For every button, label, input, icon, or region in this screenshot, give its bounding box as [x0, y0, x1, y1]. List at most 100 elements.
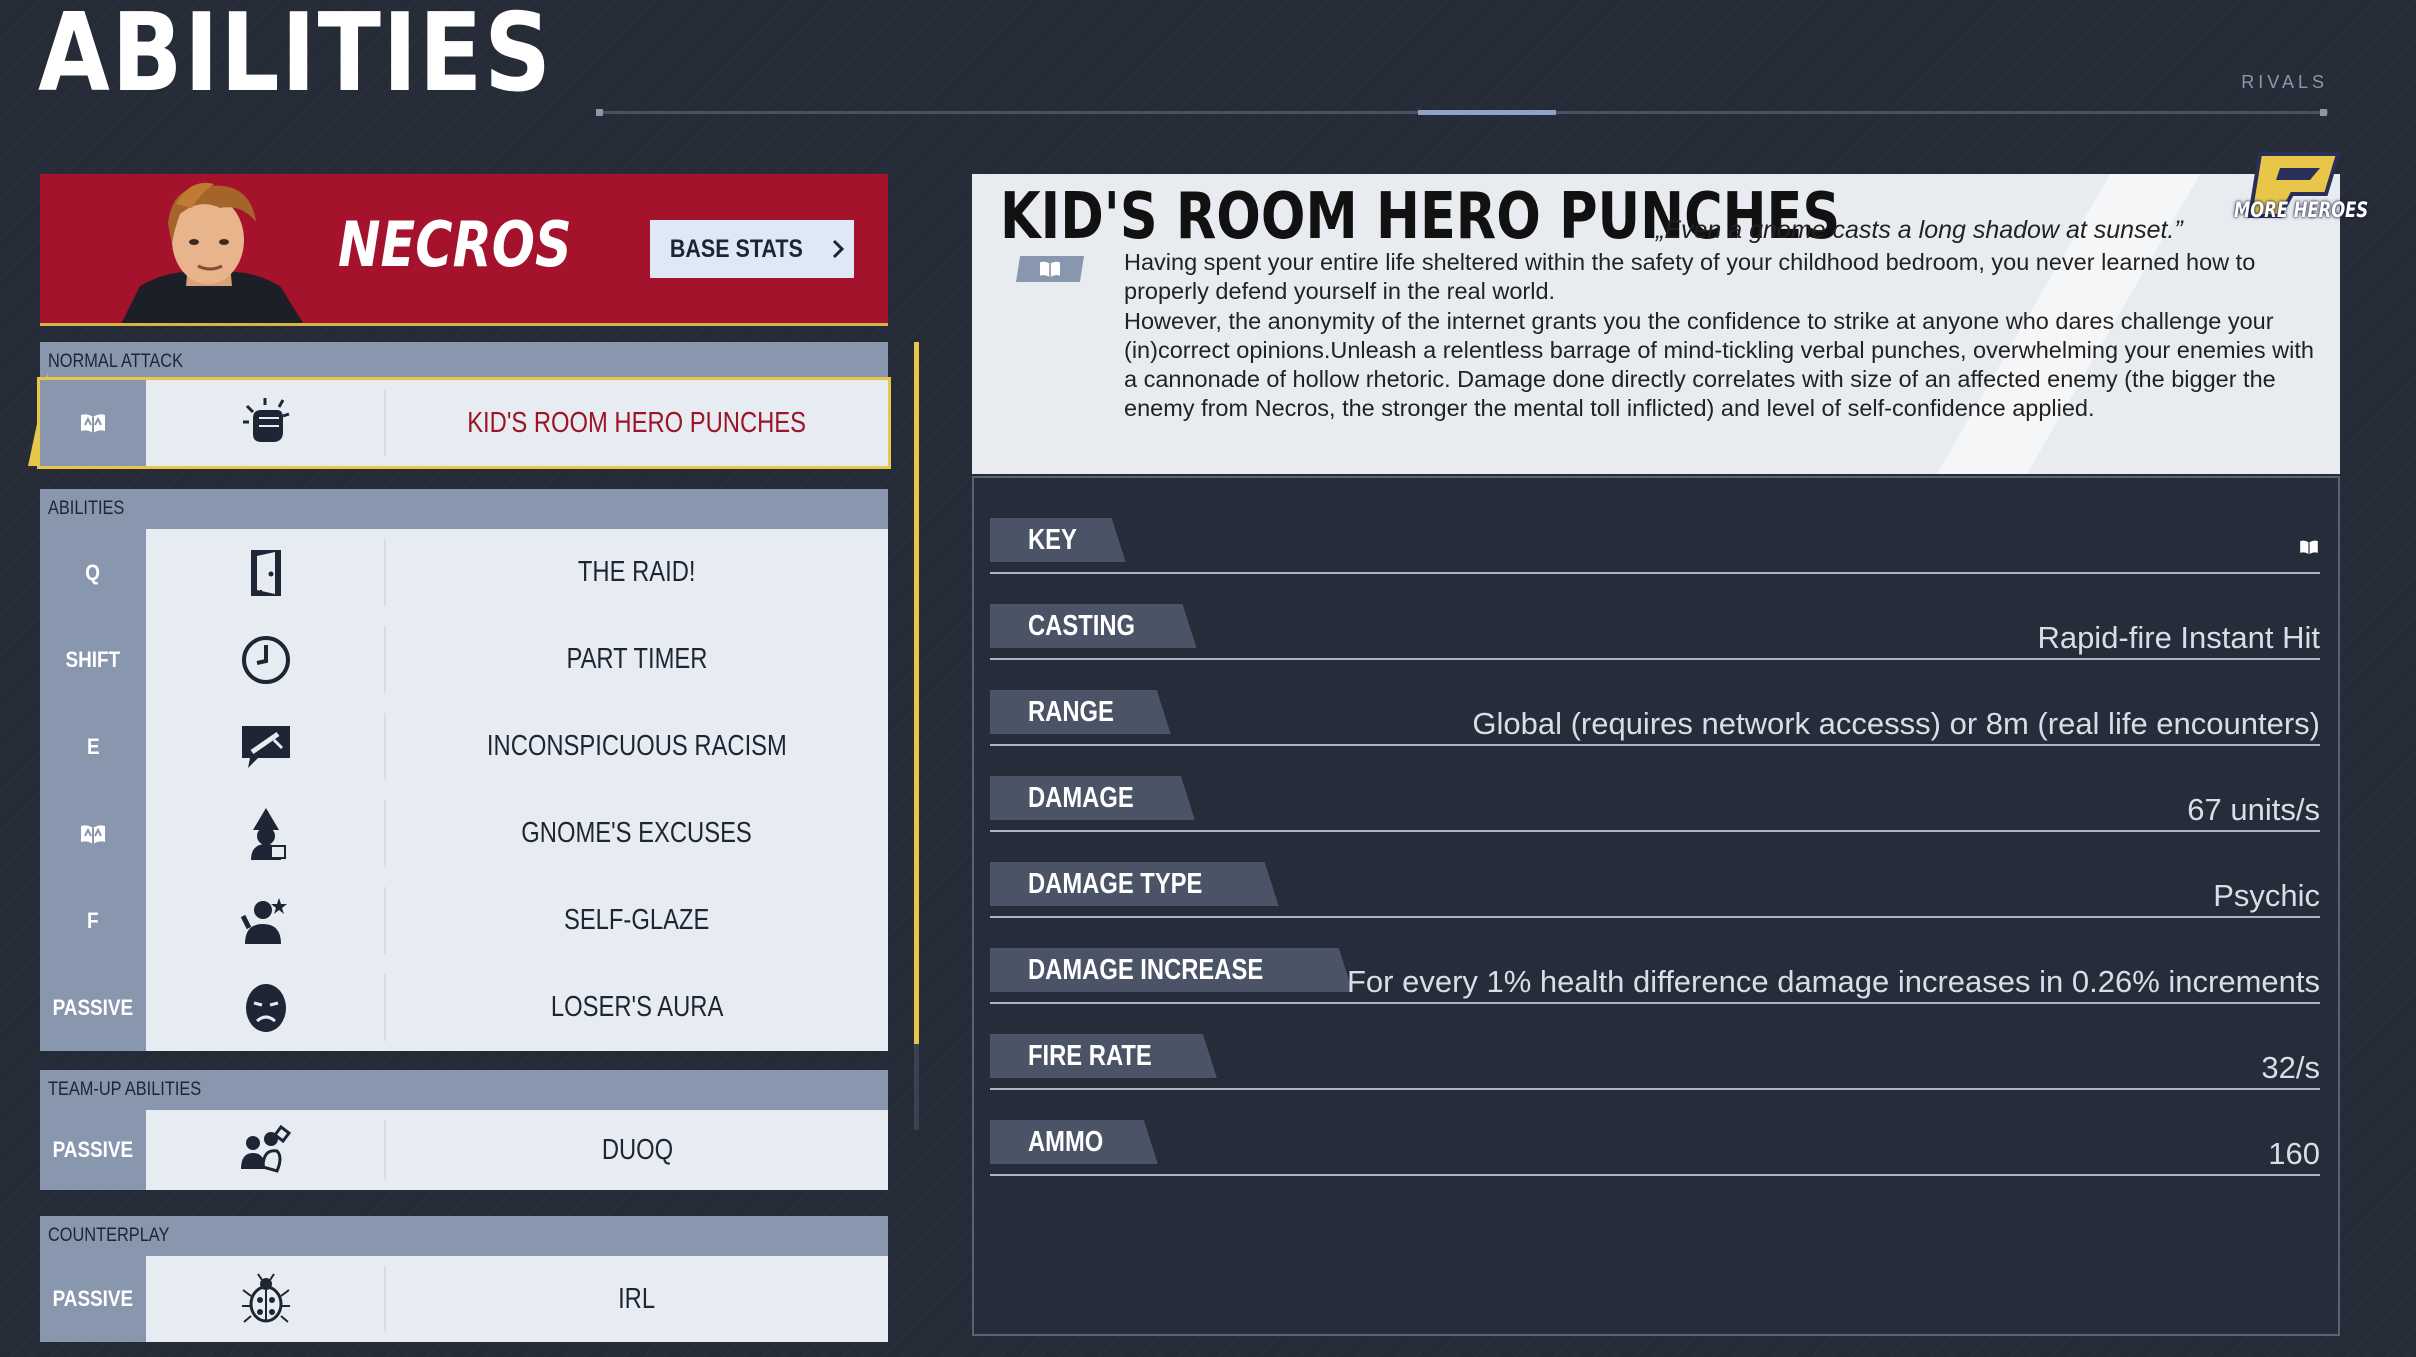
ability-row-book[interactable]: GNOME'S EXCUSES — [40, 790, 888, 877]
ability-icon-cell — [146, 616, 386, 703]
stat-label: KEY — [990, 518, 1126, 562]
stat-label: CASTING — [990, 604, 1197, 648]
ability-row-normal-attack[interactable]: KID'S ROOM HERO PUNCHES — [37, 377, 891, 469]
chevron-right-icon — [833, 239, 845, 259]
description-paragraph: However, the anonymity of the internet g… — [1124, 307, 2314, 422]
self-glaze-icon — [240, 897, 287, 944]
speech-knife-icon — [242, 725, 290, 768]
stat-value: 67 units/s — [2187, 792, 2320, 827]
stat-value: Global (requires network accesss) or 8m … — [1472, 706, 2320, 741]
stat-row-damage: DAMAGE 67 units/s — [990, 770, 2320, 832]
stat-row-damage-increase: DAMAGE INCREASE For every 1% health diff… — [990, 942, 2320, 1004]
ability-quote: „Even a gnome casts a long shadow at sun… — [1656, 216, 2183, 244]
stat-underline — [990, 916, 2320, 918]
ability-name: SELF-GLAZE — [564, 904, 710, 936]
ability-row-q[interactable]: Q THE RAID! — [40, 529, 888, 616]
stat-label: AMMO — [990, 1120, 1158, 1164]
stat-label: RANGE — [990, 690, 1171, 734]
section-team-up: TEAM-UP ABILITIES — [40, 1070, 888, 1110]
stat-value: Psychic — [2213, 878, 2320, 913]
stat-underline — [990, 1174, 2320, 1176]
ability-name: GNOME'S EXCUSES — [521, 817, 753, 849]
section-normal-attack: NORMAL ATTACK — [40, 342, 888, 382]
base-stats-button[interactable]: BASE STATS — [650, 220, 854, 278]
ability-row-team-up[interactable]: PASSIVE DUOQ — [40, 1110, 888, 1190]
ability-key: PASSIVE — [40, 1110, 146, 1190]
base-stats-label: BASE STATS — [669, 234, 803, 263]
punch-fist-icon — [243, 398, 290, 442]
brand-label: RIVALS — [2241, 72, 2328, 92]
ability-icon-cell — [146, 1256, 386, 1342]
stat-value: 160 — [2268, 1136, 2320, 1171]
ability-key: F — [40, 877, 146, 964]
ability-key — [40, 380, 146, 466]
stat-value — [2298, 528, 2320, 564]
ability-row-f[interactable]: F SELF-GLAZE — [40, 877, 888, 964]
section-label: COUNTERPLAY — [48, 1225, 170, 1246]
ability-description: Having spent your entire life sheltered … — [1124, 248, 2320, 424]
header-divider-highlight — [1418, 110, 1556, 115]
more-heroes-logo[interactable] — [2230, 146, 2356, 246]
sad-face-icon — [246, 983, 286, 1032]
stat-underline — [990, 830, 2320, 832]
hero-name: NECROS — [338, 208, 572, 281]
ability-name: PART TIMER — [566, 643, 708, 675]
stat-row-fire-rate: FIRE RATE 32/s — [990, 1028, 2320, 1090]
hero-banner: NECROS BASE STATS — [40, 174, 888, 326]
ability-icon-cell — [146, 1110, 386, 1190]
stat-label: DAMAGE INCREASE — [990, 948, 1353, 992]
ability-icon-cell — [146, 790, 386, 877]
stat-underline — [990, 658, 2320, 660]
stat-label: DAMAGE — [990, 776, 1195, 820]
stat-underline — [990, 1002, 2320, 1004]
ability-name: KID'S ROOM HERO PUNCHES — [467, 406, 807, 439]
clock-icon — [242, 635, 290, 684]
ability-icon-cell — [146, 380, 386, 466]
stat-value: For every 1% health difference damage in… — [1346, 964, 2320, 999]
bug-icon — [242, 1273, 290, 1323]
door-icon — [251, 549, 281, 596]
page-title: ABILITIES — [38, 0, 553, 116]
ability-name: LOSER'S AURA — [550, 991, 724, 1023]
stat-underline — [990, 744, 2320, 746]
scrollbar-thumb[interactable] — [914, 342, 919, 1044]
ability-row-counterplay[interactable]: PASSIVE IRL — [40, 1256, 888, 1342]
ability-name: IRL — [618, 1282, 656, 1315]
stat-label: FIRE RATE — [990, 1034, 1217, 1078]
gnome-icon — [251, 807, 286, 860]
ability-key: E — [40, 703, 146, 790]
stat-row-casting: CASTING Rapid-fire Instant Hit — [990, 598, 2320, 660]
hero-portrait — [120, 182, 305, 326]
ability-detail-header: KID'S ROOM HERO PUNCHES „Even a gnome ca… — [972, 174, 2340, 474]
book-key-icon — [81, 824, 105, 844]
more-heroes-label[interactable]: MORE HEROES — [2234, 198, 2368, 222]
stat-row-damage-type: DAMAGE TYPE Psychic — [990, 856, 2320, 918]
stat-value: 32/s — [2261, 1050, 2320, 1085]
ability-row-e[interactable]: E INCONSPICUOUS RACISM — [40, 703, 888, 790]
section-label: TEAM-UP ABILITIES — [48, 1079, 202, 1100]
stat-underline — [990, 572, 2320, 574]
stat-row-range: RANGE Global (requires network accesss) … — [990, 684, 2320, 746]
team-icon — [241, 1124, 292, 1173]
stat-label: DAMAGE TYPE — [990, 862, 1279, 906]
ability-key — [40, 790, 146, 877]
ability-key: PASSIVE — [40, 964, 146, 1051]
ability-icon-cell — [146, 529, 386, 616]
book-key-icon — [81, 414, 105, 433]
ability-name: INCONSPICUOUS RACISM — [487, 730, 787, 762]
section-abilities: ABILITIES — [40, 489, 888, 529]
divider-dot — [596, 109, 603, 116]
ability-icon-cell — [146, 964, 386, 1051]
ability-key: PASSIVE — [40, 1256, 146, 1342]
book-key-icon — [1040, 261, 1060, 278]
ability-key: Q — [40, 529, 146, 616]
section-label: NORMAL ATTACK — [48, 351, 183, 372]
ability-row-passive[interactable]: PASSIVE LOSER'S AURA — [40, 964, 888, 1051]
ability-icon-cell — [146, 703, 386, 790]
divider-dot — [2320, 109, 2327, 116]
ability-row-shift[interactable]: SHIFT PART TIMER — [40, 616, 888, 703]
stat-underline — [990, 1088, 2320, 1090]
ability-key: SHIFT — [40, 616, 146, 703]
stat-value: Rapid-fire Instant Hit — [2037, 620, 2320, 655]
section-counterplay: COUNTERPLAY — [40, 1216, 888, 1256]
